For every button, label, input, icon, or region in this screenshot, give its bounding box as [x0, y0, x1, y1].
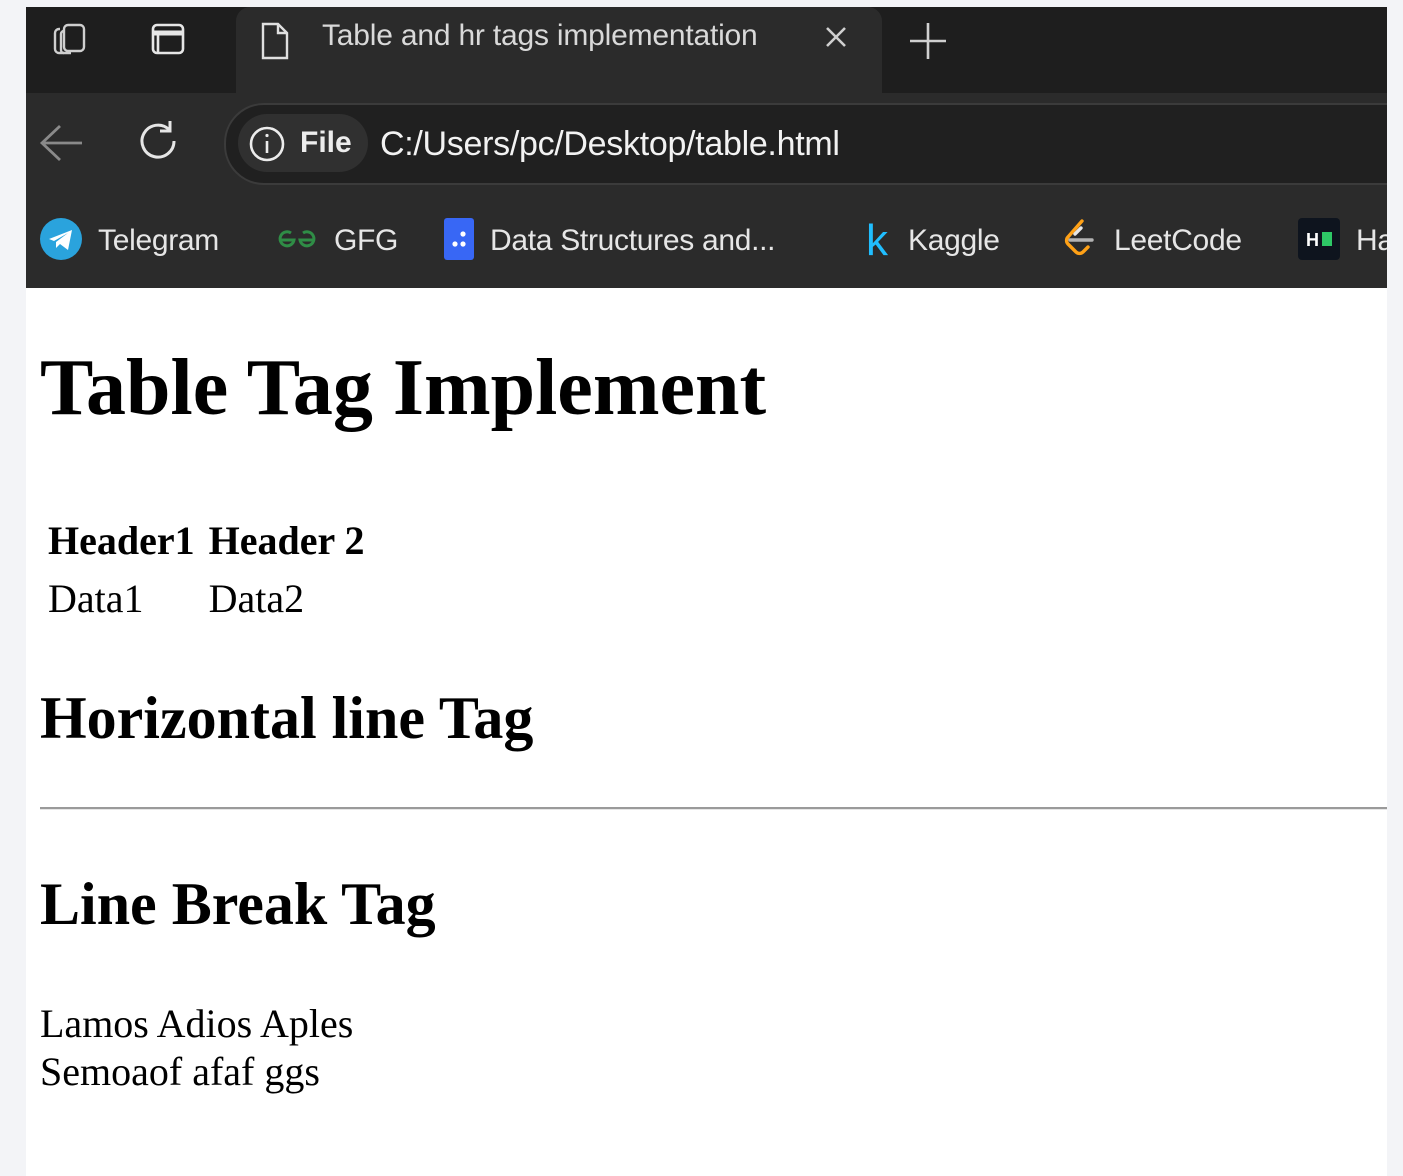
- table-header-cell: Header1: [48, 518, 195, 563]
- page-content: Table Tag Implement Header1 Header 2 Dat…: [26, 288, 1387, 1176]
- workspaces-icon[interactable]: [52, 21, 88, 57]
- bookmark-telegram[interactable]: Telegram: [40, 217, 219, 265]
- address-bar[interactable]: File C:/Users/pc/Desktop/table.html: [224, 103, 1387, 185]
- tab-strip: Table and hr tags implementation: [26, 7, 1387, 93]
- document-icon: [260, 21, 290, 66]
- tab-title: Table and hr tags implementation: [322, 19, 758, 52]
- horizontal-rule: [40, 807, 1387, 810]
- table-cell: Data2: [208, 576, 305, 621]
- bookmarks-bar: Telegram GFG Data Structures and... k Ka…: [26, 193, 1387, 288]
- url-text[interactable]: C:/Users/pc/Desktop/table.html: [380, 125, 840, 164]
- svg-text:H: H: [1306, 230, 1319, 250]
- browser-window: Table and hr tags implementation File C:…: [26, 7, 1387, 1176]
- telegram-icon: [40, 217, 82, 265]
- hackerrank-icon: H: [1298, 217, 1340, 265]
- page-heading-table: Table Tag Implement: [40, 344, 767, 432]
- demo-table: Header1 Header 2 Data1 Data2: [42, 510, 377, 630]
- new-tab-plus-icon[interactable]: [908, 21, 948, 66]
- site-info-chip[interactable]: File: [238, 114, 368, 172]
- tab-active[interactable]: Table and hr tags implementation: [236, 7, 882, 93]
- close-icon[interactable]: [822, 23, 850, 56]
- line-break-paragraph: Lamos Adios Aples Semoaof afaf ggs: [40, 1000, 353, 1096]
- bookmark-kaggle[interactable]: k Kaggle: [862, 219, 1000, 263]
- table-header-row: Header1 Header 2: [46, 514, 373, 568]
- bookmark-leetcode[interactable]: LeetCode: [1062, 218, 1242, 265]
- reload-icon[interactable]: [134, 117, 182, 170]
- bookmark-label: LeetCode: [1114, 224, 1242, 257]
- toolbar: File C:/Users/pc/Desktop/table.html: [26, 93, 1387, 193]
- bookmark-label: Ha: [1356, 224, 1387, 257]
- table-cell: Data1: [48, 576, 144, 621]
- page-heading-hr: Horizontal line Tag: [40, 685, 534, 751]
- gfg-icon: [276, 224, 318, 259]
- bookmark-label: Data Structures and...: [490, 224, 776, 257]
- back-arrow-icon[interactable]: [38, 123, 84, 168]
- table-header-cell: Header 2: [208, 518, 365, 563]
- bookmark-label: GFG: [334, 224, 399, 257]
- bookmark-hackerrank[interactable]: H Ha: [1298, 217, 1387, 265]
- table-row: Data1 Data2: [46, 572, 373, 626]
- bookmark-dsa[interactable]: Data Structures and...: [444, 217, 776, 265]
- scheme-label: File: [300, 126, 352, 159]
- bookmark-label: Telegram: [98, 224, 219, 257]
- bookmark-gfg[interactable]: GFG: [276, 219, 398, 263]
- leetcode-icon: [1062, 218, 1098, 265]
- vertical-tabs-icon[interactable]: [150, 21, 186, 57]
- text-line: Lamos Adios Aples: [40, 1001, 354, 1046]
- kaggle-icon: k: [866, 216, 888, 265]
- text-line: Semoaof afaf ggs: [40, 1049, 320, 1094]
- dsa-icon: [444, 217, 474, 265]
- page-heading-br: Line Break Tag: [40, 871, 436, 937]
- bookmark-label: Kaggle: [908, 224, 1000, 257]
- info-icon: [248, 125, 286, 168]
